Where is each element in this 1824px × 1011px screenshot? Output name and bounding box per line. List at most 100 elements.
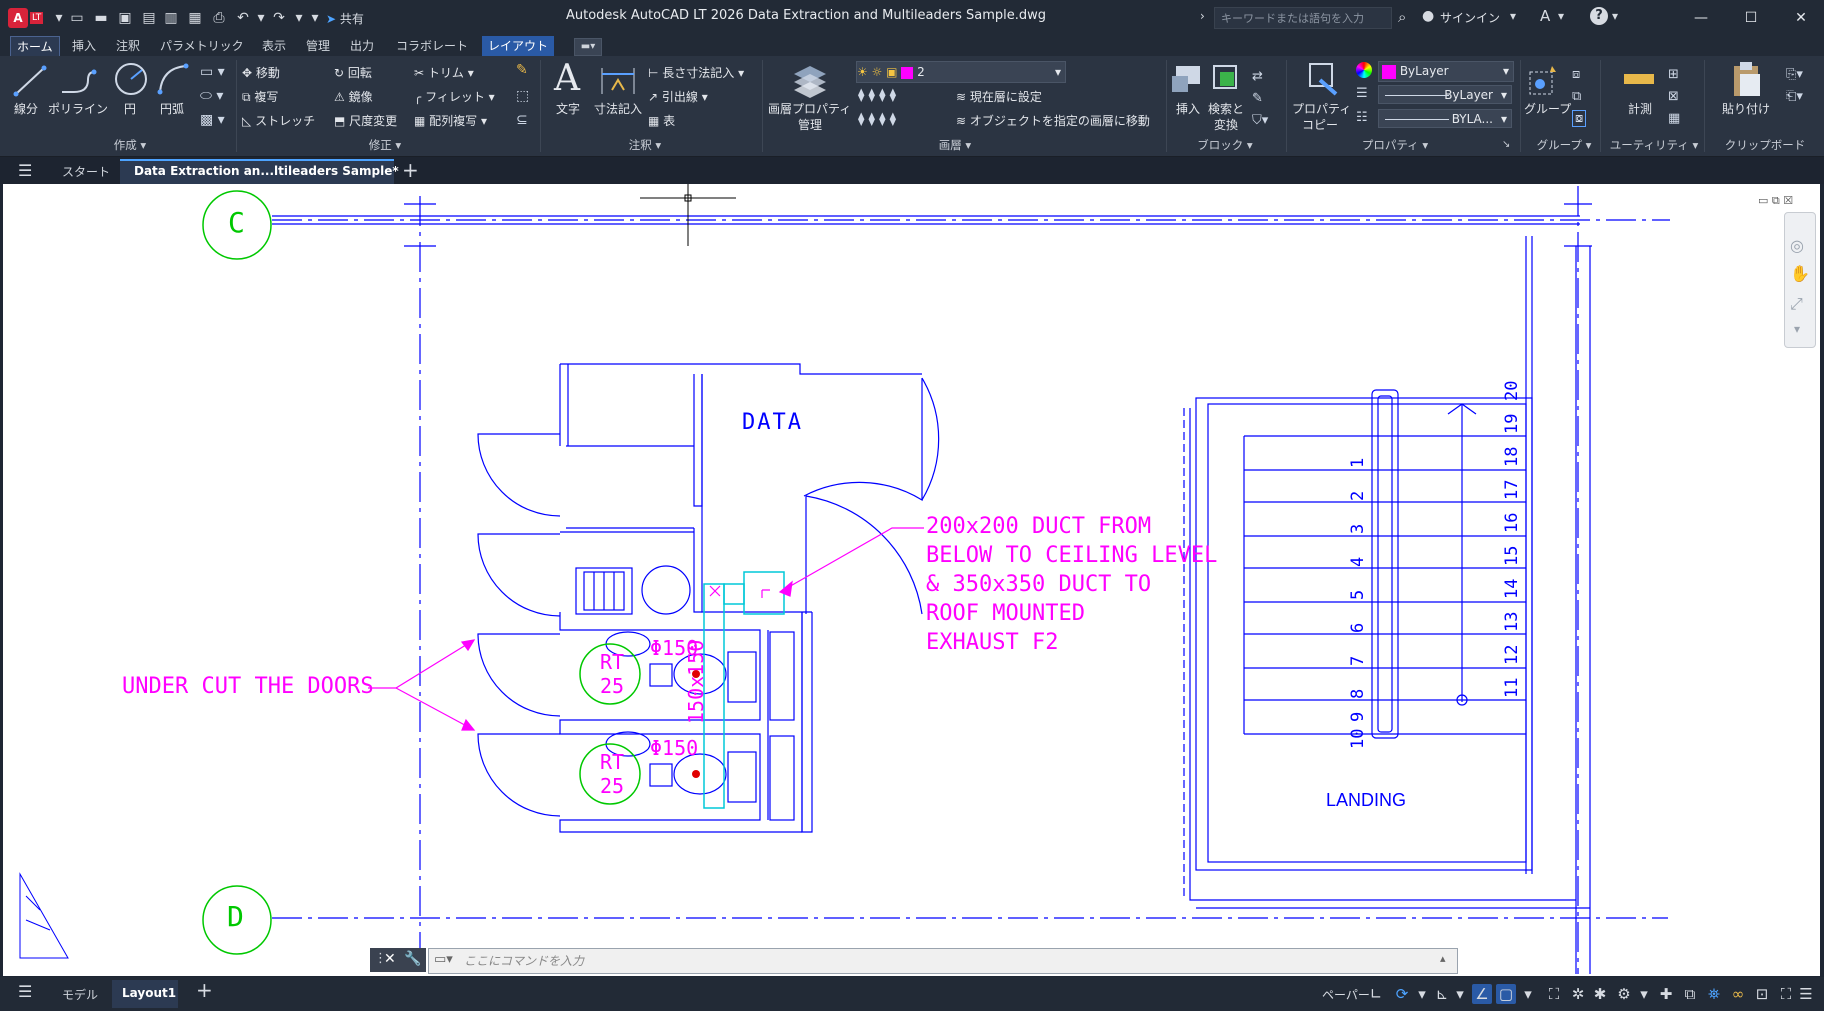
- viewport-controls[interactable]: ▭ ⧉ ☒: [1758, 194, 1793, 208]
- share-button[interactable]: ➤ 共有: [326, 10, 364, 27]
- annotation-monitor-icon[interactable]: ✚: [1656, 984, 1676, 1004]
- fillet-button[interactable]: ╭ フィレット ▾: [414, 88, 495, 105]
- tab-insert[interactable]: 挿入: [66, 36, 102, 56]
- infer-constraints-icon[interactable]: ⊾: [1432, 984, 1452, 1004]
- save-as-icon[interactable]: ▤: [140, 9, 158, 27]
- help-dropdown-icon[interactable]: ▾: [1612, 9, 1618, 23]
- search-input[interactable]: キーワードまたは語句を入力: [1214, 7, 1392, 29]
- polar-tracking-icon[interactable]: ▢: [1496, 984, 1516, 1004]
- zoom-icon[interactable]: ⤢: [1790, 294, 1803, 314]
- polyline-button[interactable]: ポリライン: [48, 100, 108, 117]
- search-icon[interactable]: ⌕: [1398, 8, 1406, 26]
- utilities-panel-title[interactable]: ユーティリティ ▾: [1604, 137, 1704, 155]
- help-icon[interactable]: ?: [1590, 7, 1608, 25]
- hatch-icon[interactable]: ▩ ▾: [200, 112, 225, 128]
- tab-view[interactable]: 表示: [256, 36, 292, 56]
- move-to-layer-button[interactable]: ≋ オブジェクトを指定の画層に移動: [956, 112, 1150, 129]
- arc-button[interactable]: 円弧: [160, 100, 184, 117]
- new-layout-icon[interactable]: +: [196, 978, 213, 1002]
- modify-panel-title[interactable]: 修正 ▾: [330, 137, 440, 155]
- color-dropdown[interactable]: ByLayer ▾: [1378, 61, 1514, 82]
- tab-output[interactable]: 出力: [344, 36, 380, 56]
- sign-in-button[interactable]: サインイン: [1440, 9, 1500, 26]
- mirror-button[interactable]: ⚠ 鏡像: [334, 88, 373, 105]
- minimize-button[interactable]: —: [1688, 6, 1714, 30]
- annotation-visibility-icon[interactable]: ✱: [1590, 984, 1610, 1004]
- app-dropdown-icon[interactable]: ▾: [1558, 9, 1564, 23]
- array-button[interactable]: ▦ 配列複写 ▾: [414, 112, 487, 129]
- fullscreen-icon[interactable]: ⛶: [1776, 984, 1796, 1004]
- grid-icon[interactable]: ∟: [1366, 984, 1386, 1004]
- command-expand-icon[interactable]: ▴: [1440, 952, 1446, 965]
- autodesk-app-icon[interactable]: A: [1540, 7, 1550, 25]
- menu-arrow-icon[interactable]: ▾: [50, 9, 68, 27]
- layers-panel-title[interactable]: 画層 ▾: [920, 137, 990, 155]
- rectangle-icon[interactable]: ▭ ▾: [200, 64, 225, 80]
- nav-bar-dropdown-icon[interactable]: ▾: [1794, 322, 1800, 336]
- ellipse-icon[interactable]: ⬭ ▾: [200, 88, 223, 104]
- linear-dimension-button[interactable]: ⊢ 長さ寸法記入 ▾: [648, 64, 744, 81]
- customization-icon[interactable]: ☰: [1796, 984, 1816, 1004]
- explode-icon[interactable]: ⬚: [516, 88, 529, 104]
- properties-panel-title[interactable]: プロパティ ▾: [1340, 137, 1450, 155]
- command-close-icon[interactable]: ✕: [384, 951, 396, 967]
- insert-button[interactable]: 挿入: [1176, 100, 1200, 117]
- search-replace-button[interactable]: 検索と: [1208, 100, 1244, 117]
- isolate-objects-icon[interactable]: ⛯: [1704, 984, 1724, 1004]
- block-panel-title[interactable]: ブロック ▾: [1180, 137, 1270, 155]
- groups-panel-title[interactable]: グループ ▾: [1524, 137, 1604, 155]
- circle-button[interactable]: 円: [124, 100, 136, 117]
- steering-wheel-icon[interactable]: ◎: [1790, 236, 1804, 255]
- paste-button[interactable]: 貼り付け: [1722, 100, 1770, 117]
- layer-properties-button[interactable]: 画層プロパティ: [768, 100, 851, 117]
- hardware-acceleration-icon[interactable]: ∞: [1728, 984, 1748, 1004]
- match-properties-button[interactable]: プロパティ: [1292, 100, 1351, 117]
- clipboard-panel-title[interactable]: クリップボード: [1712, 137, 1818, 155]
- customize-qa-icon[interactable]: ▾: [306, 9, 324, 27]
- move-button[interactable]: ✥ 移動: [242, 64, 280, 81]
- tab-parametric[interactable]: パラメトリック: [154, 36, 250, 56]
- print-icon[interactable]: ⎙: [210, 9, 228, 27]
- snap-dropdown-icon[interactable]: ▾: [1412, 984, 1432, 1004]
- clean-screen-icon[interactable]: ⊡: [1752, 984, 1772, 1004]
- trim-button[interactable]: ✂ トリム ▾: [414, 64, 474, 81]
- workspace-gear-icon[interactable]: ⚙: [1614, 984, 1634, 1004]
- offset-icon[interactable]: ⊆: [516, 112, 528, 128]
- pan-icon[interactable]: ✋: [1790, 264, 1810, 283]
- autocad-logo-icon[interactable]: A: [8, 8, 28, 28]
- tab-home[interactable]: ホーム: [10, 36, 60, 58]
- open-folder-icon[interactable]: ▬: [92, 9, 110, 27]
- group-button[interactable]: グループ: [1524, 100, 1571, 117]
- search-expand-icon[interactable]: ›: [1200, 9, 1205, 23]
- units-icon[interactable]: ⧉: [1680, 984, 1700, 1004]
- group-tools[interactable]: ⧈ ⧉ ⧇: [1572, 64, 1587, 130]
- block-tools[interactable]: ⇄ ✎ ⛉▾: [1252, 66, 1268, 132]
- polar-dropdown-icon[interactable]: ▾: [1518, 984, 1538, 1004]
- tab-collaborate[interactable]: コラボレート: [390, 36, 474, 56]
- snap-icon[interactable]: ⟳: [1392, 984, 1412, 1004]
- layout-menu-icon[interactable]: ☰: [18, 982, 32, 1001]
- new-tab-icon[interactable]: +: [402, 158, 419, 182]
- copy-button[interactable]: ⧉ 複写: [242, 88, 278, 105]
- measure-button[interactable]: 計測: [1628, 100, 1652, 117]
- undo-icon[interactable]: ↶: [234, 9, 252, 27]
- plot-publish-icon[interactable]: ▥: [162, 9, 180, 27]
- clipboard-tools[interactable]: ⎘▾ ⎗▾: [1786, 64, 1803, 108]
- tab-start[interactable]: スタート: [62, 163, 110, 180]
- tab-annotate[interactable]: 注釈: [110, 36, 146, 56]
- close-button[interactable]: ✕: [1788, 6, 1814, 30]
- workspace-dropdown-icon[interactable]: ▾: [1634, 984, 1654, 1004]
- save-icon[interactable]: ▣: [116, 9, 134, 27]
- properties-launcher-icon[interactable]: ↘: [1502, 139, 1510, 150]
- set-current-layer-button[interactable]: ≋ 現在層に設定: [956, 88, 1042, 105]
- table-button[interactable]: ▦ 表: [648, 112, 675, 129]
- ortho-icon[interactable]: ∠: [1472, 984, 1492, 1004]
- ribbon-minimize-icon[interactable]: ▬▾: [574, 38, 602, 56]
- dynamic-input-icon[interactable]: ▾: [1450, 984, 1470, 1004]
- rotate-button[interactable]: ↻ 回転: [334, 64, 372, 81]
- scale-button[interactable]: ⬒ 尺度変更: [334, 112, 397, 129]
- command-history-icon[interactable]: ▭▾: [434, 952, 453, 967]
- redo-icon[interactable]: ↷: [270, 9, 288, 27]
- annotation-scale-icon[interactable]: ✲: [1568, 984, 1588, 1004]
- layer-tools-row1[interactable]: ⧫ ⧫ ⧫ ⧫: [858, 88, 896, 103]
